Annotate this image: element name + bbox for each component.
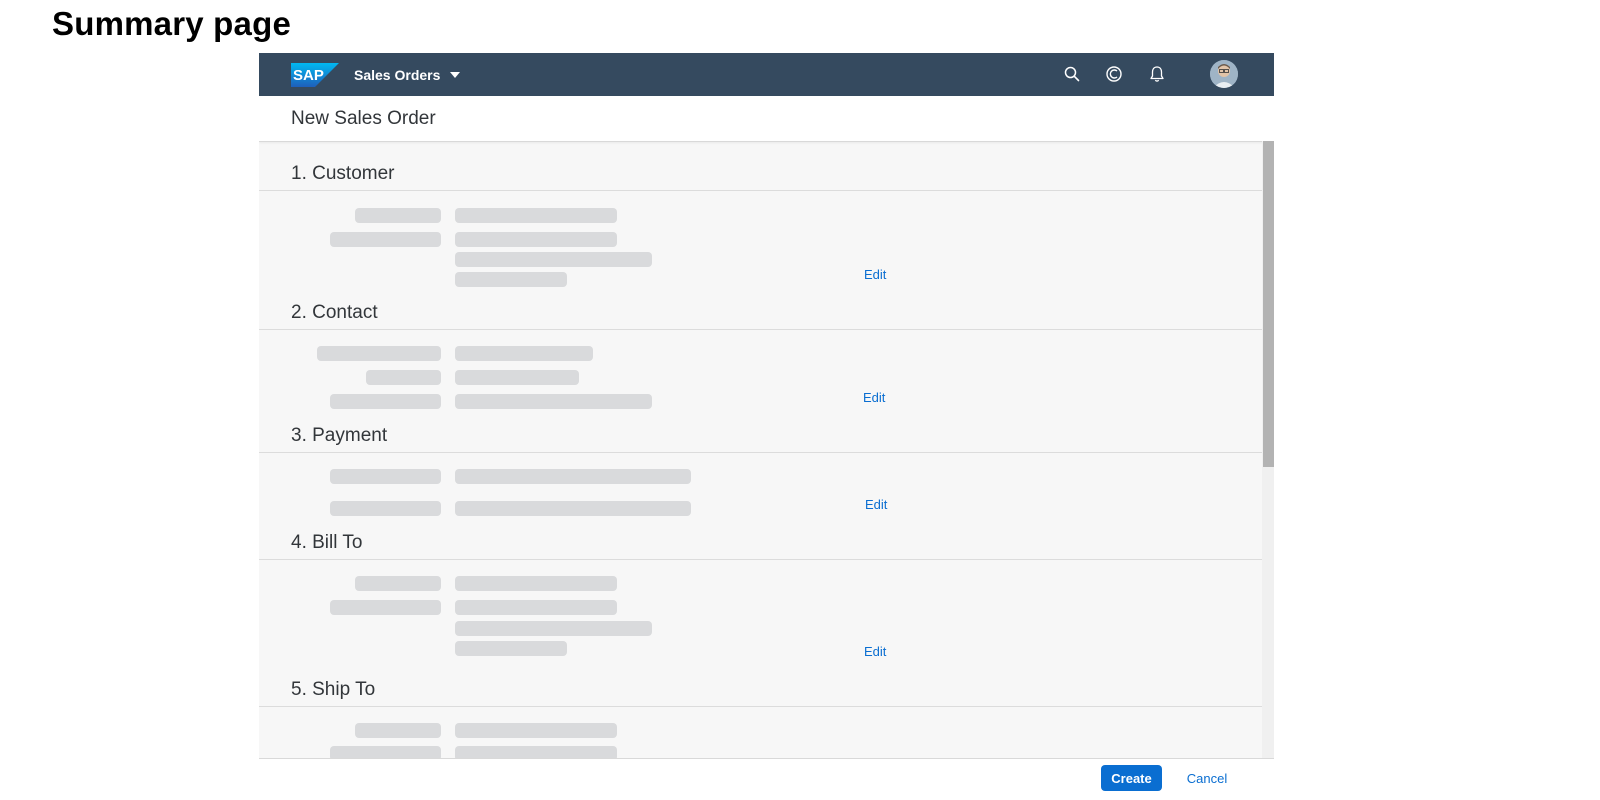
section-title: 3. Payment — [291, 425, 388, 446]
page-title: New Sales Order — [291, 108, 436, 129]
value-placeholder — [455, 621, 652, 636]
value-placeholder — [455, 272, 567, 287]
value-placeholder — [455, 232, 617, 247]
create-button[interactable]: Create — [1101, 765, 1162, 791]
label-placeholder — [330, 469, 441, 484]
label-placeholder — [355, 723, 441, 738]
summary-content: 1. Customer Edit 2. Contact Edit 3. Paym… — [259, 142, 1262, 795]
edit-bill-to-link[interactable]: Edit — [864, 644, 886, 659]
section-divider — [259, 559, 1262, 560]
value-placeholder — [455, 346, 593, 361]
section-title: 5. Ship To — [291, 679, 376, 700]
value-placeholder — [455, 641, 567, 656]
app-title-menu[interactable]: Sales Orders — [354, 53, 461, 96]
page-header: New Sales Order — [259, 96, 1274, 142]
section-title: 1. Customer — [291, 163, 395, 184]
search-icon[interactable] — [1061, 63, 1083, 85]
edit-contact-link[interactable]: Edit — [863, 390, 885, 405]
app-title: Sales Orders — [354, 66, 441, 83]
label-placeholder — [355, 576, 441, 591]
app-window: SAP Sales Orders New Sales Order 1. Cust… — [259, 53, 1274, 795]
value-placeholder — [455, 576, 617, 591]
sap-logo[interactable]: SAP — [291, 63, 339, 87]
label-placeholder — [317, 346, 441, 361]
label-placeholder — [330, 501, 441, 516]
value-placeholder — [455, 252, 652, 267]
edit-customer-link[interactable]: Edit — [864, 267, 886, 282]
value-placeholder — [455, 600, 617, 615]
section-divider — [259, 190, 1262, 191]
section-divider — [259, 706, 1262, 707]
copilot-icon[interactable] — [1103, 63, 1125, 85]
svg-text:SAP: SAP — [293, 67, 324, 84]
value-placeholder — [455, 208, 617, 223]
footer-toolbar: Create Cancel — [259, 758, 1274, 800]
value-placeholder — [455, 469, 691, 484]
edit-payment-link[interactable]: Edit — [865, 497, 887, 512]
label-placeholder — [330, 394, 441, 409]
section-title: 4. Bill To — [291, 532, 363, 553]
slide-title: Summary page — [52, 5, 291, 42]
section-title: 2. Contact — [291, 302, 378, 323]
label-placeholder — [366, 370, 441, 385]
value-placeholder — [455, 501, 691, 516]
value-placeholder — [455, 394, 652, 409]
scrollbar-thumb[interactable] — [1263, 141, 1274, 467]
shell-bar: SAP Sales Orders — [259, 53, 1274, 96]
vertical-scrollbar[interactable] — [1262, 141, 1274, 795]
caret-down-icon — [450, 71, 461, 78]
cancel-button[interactable]: Cancel — [1177, 765, 1237, 791]
value-placeholder — [455, 370, 579, 385]
user-avatar[interactable] — [1210, 60, 1238, 88]
section-divider — [259, 329, 1262, 330]
section-divider — [259, 452, 1262, 453]
label-placeholder — [330, 232, 441, 247]
label-placeholder — [355, 208, 441, 223]
label-placeholder — [330, 600, 441, 615]
value-placeholder — [455, 723, 617, 738]
bell-icon[interactable] — [1146, 63, 1168, 85]
